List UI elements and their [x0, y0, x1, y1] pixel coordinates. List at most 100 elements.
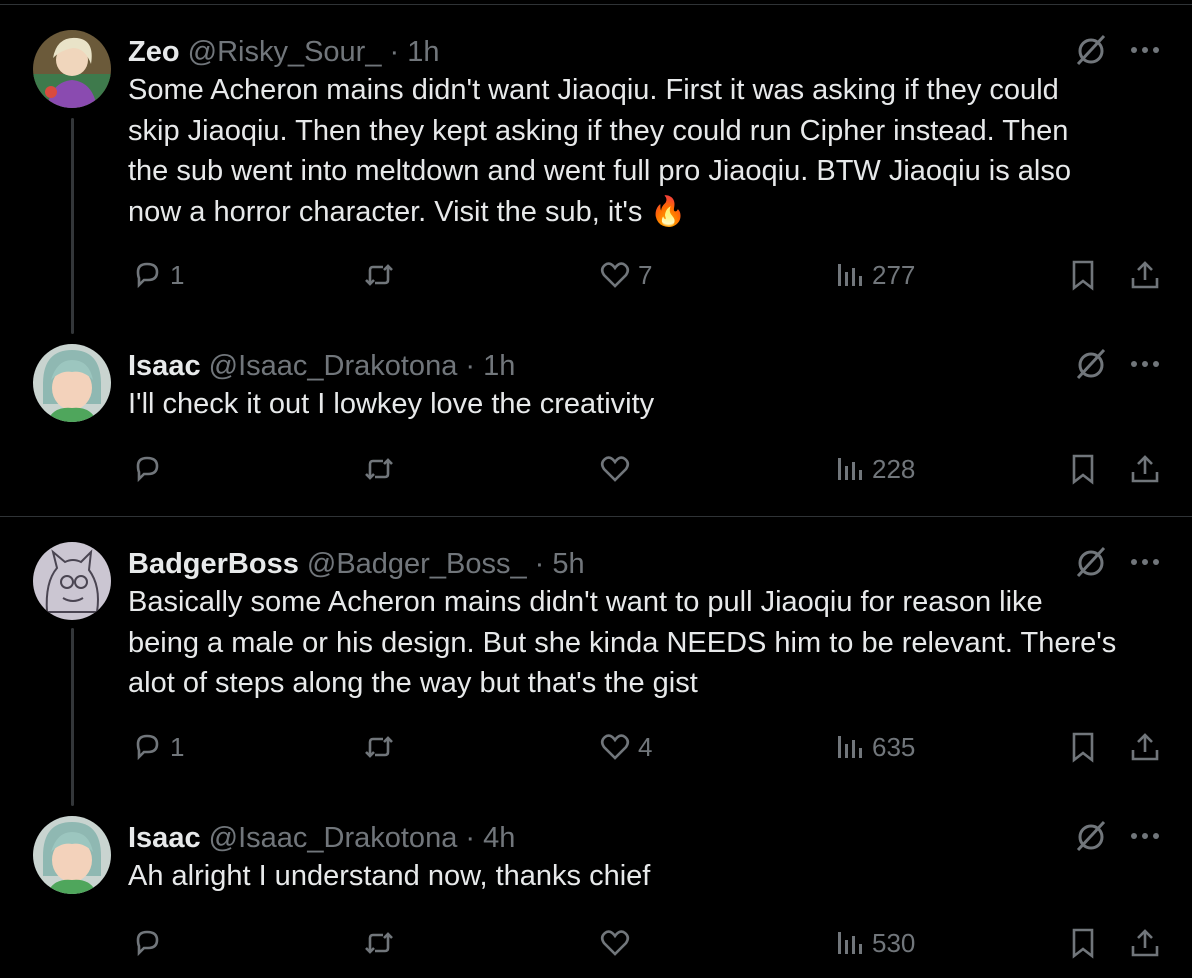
tweet-text: Ah alright I understand now, thanks chie… [128, 860, 651, 892]
like-button[interactable] [598, 926, 638, 960]
user-handle[interactable]: @Isaac_Drakotona [209, 822, 458, 854]
reply-button[interactable]: 1 [130, 258, 184, 292]
grok-icon[interactable] [1073, 818, 1109, 854]
bookmark-button[interactable] [1066, 452, 1100, 486]
views-icon [838, 736, 862, 758]
reply-icon [136, 456, 159, 483]
retweet-button[interactable] [362, 258, 402, 292]
view-count: 228 [872, 453, 916, 484]
share-icon [1131, 733, 1159, 761]
display-name[interactable]: Isaac [128, 822, 201, 854]
retweet-button[interactable] [362, 730, 402, 764]
view-count: 530 [872, 927, 916, 958]
share-button[interactable] [1128, 452, 1162, 486]
reply-icon [136, 734, 159, 761]
retweet-icon [365, 264, 393, 286]
reply-count: 1 [170, 259, 185, 290]
tweet-actions: 1 7 277 [0, 258, 1192, 298]
fire-emoji: 🔥 [650, 195, 687, 228]
grok-icon[interactable] [1073, 346, 1109, 382]
tweet-actions: 530 [0, 926, 1192, 966]
timestamp[interactable]: 4h [483, 822, 515, 854]
views-button[interactable]: 635 [832, 730, 915, 764]
grok-icon[interactable] [1073, 544, 1109, 580]
reply-button[interactable]: 1 [130, 730, 184, 764]
views-button[interactable]: 228 [832, 452, 915, 486]
share-button[interactable] [1128, 926, 1162, 960]
display-name[interactable]: Isaac [128, 350, 201, 382]
views-button[interactable]: 530 [832, 926, 915, 960]
share-icon [1131, 455, 1159, 483]
more-icon[interactable] [1128, 822, 1162, 850]
like-count: 7 [638, 259, 653, 290]
timestamp[interactable]: 1h [483, 350, 515, 382]
display-name[interactable]: BadgerBoss [128, 548, 299, 580]
tweet-text: Basically some Acheron mains didn't want… [128, 586, 1117, 699]
avatar[interactable] [33, 816, 111, 894]
user-handle[interactable]: @Badger_Boss_ [307, 548, 527, 580]
bookmark-button[interactable] [1066, 926, 1100, 960]
views-icon [838, 932, 862, 954]
conversation-divider [0, 516, 1192, 517]
like-icon [600, 456, 630, 482]
bookmark-icon [1072, 732, 1094, 763]
grok-icon[interactable] [1073, 32, 1109, 68]
timestamp[interactable]: 5h [552, 548, 584, 580]
tweet-header: Isaac @Isaac_Drakotona · 4h [128, 818, 515, 858]
share-button[interactable] [1128, 258, 1162, 292]
like-icon [600, 734, 630, 760]
like-button[interactable]: 7 [598, 258, 652, 292]
tweet-header: Zeo @Risky_Sour_ · 1h [128, 32, 440, 72]
bookmark-button[interactable] [1066, 258, 1100, 292]
like-icon [600, 930, 630, 956]
bookmark-icon [1072, 454, 1094, 485]
share-icon [1131, 929, 1159, 957]
retweet-icon [365, 458, 393, 480]
separator-dot: · [465, 822, 476, 854]
separator-dot: · [389, 36, 400, 68]
timestamp[interactable]: 1h [407, 36, 439, 68]
avatar[interactable] [33, 30, 111, 108]
like-button[interactable]: 4 [598, 730, 652, 764]
reply-count: 1 [170, 731, 185, 762]
avatar[interactable] [33, 344, 111, 422]
retweet-button[interactable] [362, 452, 402, 486]
reply-icon [136, 262, 159, 289]
more-icon[interactable] [1128, 548, 1162, 576]
like-button[interactable] [598, 452, 638, 486]
tweet-header: BadgerBoss @Badger_Boss_ · 5h [128, 544, 585, 584]
retweet-icon [365, 932, 393, 954]
reply-button[interactable] [130, 452, 170, 486]
reply-button[interactable] [130, 926, 170, 960]
user-handle[interactable]: @Isaac_Drakotona [209, 350, 458, 382]
avatar[interactable] [33, 542, 111, 620]
like-count: 4 [638, 731, 653, 762]
view-count: 635 [872, 731, 916, 762]
tweet-actions: 228 [0, 452, 1192, 492]
bookmark-button[interactable] [1066, 730, 1100, 764]
views-button[interactable]: 277 [832, 258, 915, 292]
retweet-button[interactable] [362, 926, 402, 960]
tweet-actions: 1 4 635 [0, 730, 1192, 770]
views-icon [838, 458, 862, 480]
share-icon [1131, 261, 1159, 289]
bookmark-icon [1072, 928, 1094, 959]
separator-dot: · [465, 350, 476, 382]
more-icon[interactable] [1128, 350, 1162, 378]
reply-icon [136, 930, 159, 957]
display-name[interactable]: Zeo [128, 36, 180, 68]
views-icon [838, 264, 862, 286]
more-icon[interactable] [1128, 36, 1162, 64]
tweet-text: Some Acheron mains didn't want Jiaoqiu. … [128, 74, 1071, 228]
like-icon [600, 262, 630, 288]
share-button[interactable] [1128, 730, 1162, 764]
top-divider [0, 4, 1192, 5]
view-count: 277 [872, 259, 916, 290]
user-handle[interactable]: @Risky_Sour_ [188, 36, 382, 68]
thread-line [71, 118, 74, 334]
bookmark-icon [1072, 260, 1094, 291]
retweet-icon [365, 736, 393, 758]
thread-line [71, 628, 74, 806]
separator-dot: · [534, 548, 545, 580]
tweet-header: Isaac @Isaac_Drakotona · 1h [128, 346, 515, 386]
